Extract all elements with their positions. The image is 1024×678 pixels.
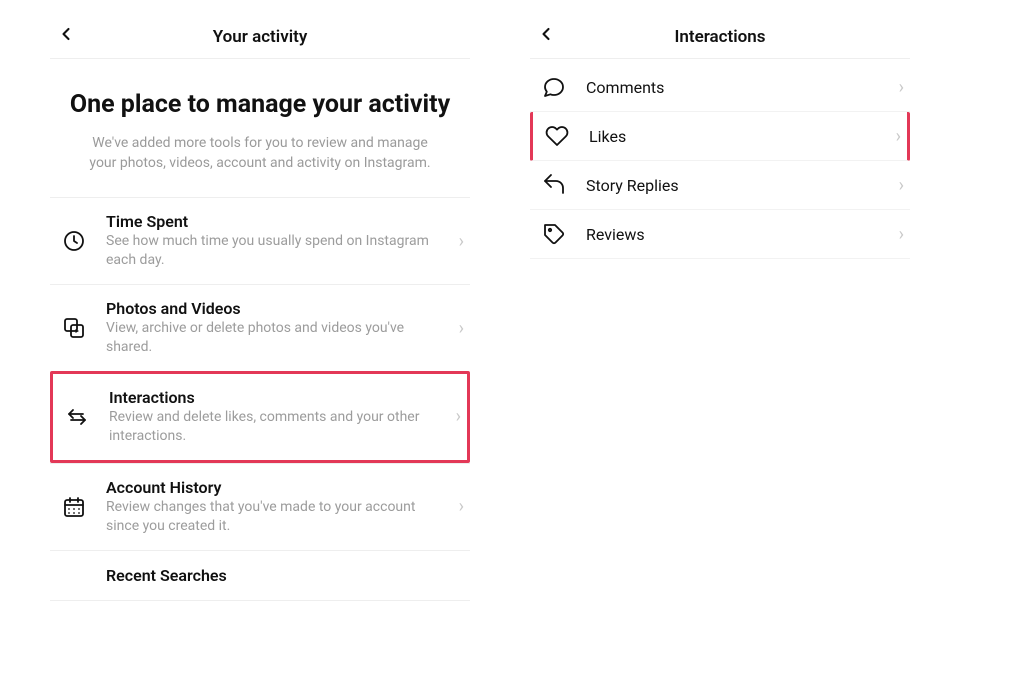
row-desc: See how much time you usually spend on I…: [106, 232, 451, 270]
interactions-header-title: Interactions: [674, 27, 765, 47]
row-desc: Review and delete likes, comments and yo…: [109, 408, 448, 446]
row-body: Comments: [586, 78, 891, 97]
interactions-list: Comments›Likes›Story Replies›Reviews›: [530, 63, 910, 259]
chevron-right-icon: ›: [891, 224, 904, 245]
row-body: Likes: [589, 127, 888, 146]
row-body: Photos and VideosView, archive or delete…: [106, 299, 451, 357]
row-title: Likes: [589, 127, 888, 146]
row-title: Story Replies: [586, 176, 891, 195]
activity-header-title: Your activity: [213, 27, 308, 47]
chevron-right-icon: ›: [451, 496, 464, 517]
comment-icon: [536, 75, 572, 99]
chevron-right-icon: ›: [891, 175, 904, 196]
chevron-right-icon: ›: [451, 231, 464, 252]
activity-row-time-spent[interactable]: Time SpentSee how much time you usually …: [50, 197, 470, 284]
calendar-icon: [56, 495, 92, 519]
interactions-row-likes[interactable]: Likes›: [530, 112, 910, 161]
clock-icon: [56, 229, 92, 253]
interactions-panel: Interactions Comments›Likes›Story Replie…: [530, 15, 910, 663]
row-body: Reviews: [586, 225, 891, 244]
tag-icon: [536, 222, 572, 246]
row-desc: View, archive or delete photos and video…: [106, 319, 451, 357]
back-button[interactable]: [50, 20, 82, 54]
activity-intro-title: One place to manage your activity: [68, 89, 452, 120]
swap-icon: [59, 405, 95, 429]
activity-intro-desc: We've added more tools for you to review…: [68, 134, 452, 173]
row-body: InteractionsReview and delete likes, com…: [109, 388, 448, 446]
activity-intro: One place to manage your activity We've …: [50, 59, 470, 197]
back-button[interactable]: [530, 20, 562, 54]
chevron-left-icon: [56, 24, 76, 44]
interactions-row-story-replies[interactable]: Story Replies›: [530, 161, 910, 210]
reply-icon: [536, 173, 572, 197]
activity-list: Time SpentSee how much time you usually …: [50, 197, 470, 600]
row-title: Comments: [586, 78, 891, 97]
row-body: Story Replies: [586, 176, 891, 195]
chevron-right-icon: ›: [448, 406, 461, 427]
chevron-right-icon: ›: [891, 77, 904, 98]
interactions-row-reviews[interactable]: Reviews›: [530, 210, 910, 259]
row-title: Account History: [106, 478, 451, 497]
interactions-header: Interactions: [530, 15, 910, 59]
chevron-right-icon: ›: [888, 126, 901, 147]
row-desc: Review changes that you've made to your …: [106, 498, 451, 536]
row-title: Time Spent: [106, 212, 451, 231]
media-icon: [56, 316, 92, 340]
chevron-right-icon: ›: [451, 318, 464, 339]
chevron-left-icon: [536, 24, 556, 44]
row-title: Photos and Videos: [106, 299, 451, 318]
activity-header: Your activity: [50, 15, 470, 59]
heart-icon: [539, 124, 575, 148]
row-title: Reviews: [586, 225, 891, 244]
row-body: Time SpentSee how much time you usually …: [106, 212, 451, 270]
row-title: Recent Searches: [106, 566, 451, 585]
row-body: Account HistoryReview changes that you'v…: [106, 478, 451, 536]
activity-row-recent-searches[interactable]: Recent Searches›: [50, 550, 470, 601]
activity-row-interactions[interactable]: InteractionsReview and delete likes, com…: [50, 371, 470, 463]
row-title: Interactions: [109, 388, 448, 407]
row-body: Recent Searches: [106, 566, 451, 585]
your-activity-panel: Your activity One place to manage your a…: [50, 15, 470, 663]
interactions-row-comments[interactable]: Comments›: [530, 63, 910, 112]
activity-row-account-history[interactable]: Account HistoryReview changes that you'v…: [50, 463, 470, 550]
activity-row-photos-and-videos[interactable]: Photos and VideosView, archive or delete…: [50, 284, 470, 371]
